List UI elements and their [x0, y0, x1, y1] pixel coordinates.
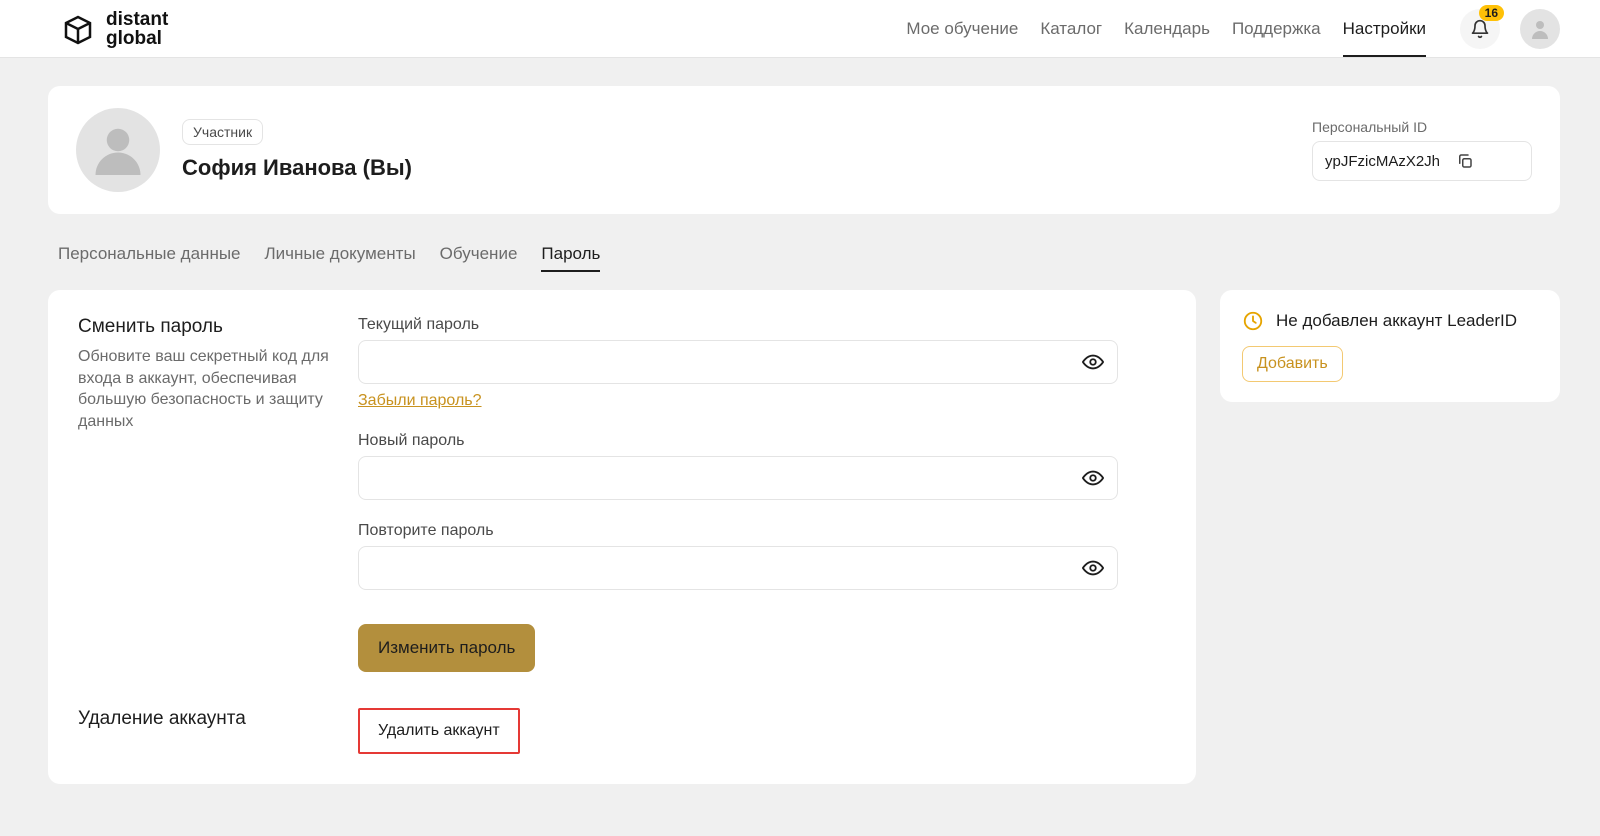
notifications-badge: 16: [1479, 5, 1504, 21]
repeat-password-input[interactable]: [358, 546, 1118, 590]
avatar-icon: [1528, 17, 1552, 41]
leaderid-message: Не добавлен аккаунт LeaderID: [1276, 311, 1517, 331]
header: distant global Мое обучение Каталог Кале…: [0, 0, 1600, 58]
nav-my-learning[interactable]: Мое обучение: [906, 1, 1018, 57]
personal-id-label: Персональный ID: [1312, 119, 1427, 135]
brand-text: distant global: [106, 10, 168, 48]
delete-account-head: Удаление аккаунта: [78, 708, 358, 754]
personal-id-block: Персональный ID ypJFzicMAzX2Jh: [1312, 119, 1532, 181]
change-password-submit[interactable]: Изменить пароль: [358, 624, 535, 672]
leaderid-card: Не добавлен аккаунт LeaderID Добавить: [1220, 290, 1560, 402]
repeat-password-label: Повторите пароль: [358, 522, 1118, 540]
profile-name: София Иванова (Вы): [182, 155, 412, 181]
main-nav: Мое обучение Каталог Календарь Поддержка…: [906, 1, 1426, 57]
toggle-repeat-password-visibility[interactable]: [1078, 553, 1108, 583]
leaderid-add-button[interactable]: Добавить: [1242, 346, 1343, 382]
clock-warning-icon: [1242, 310, 1264, 332]
new-password-input[interactable]: [358, 456, 1118, 500]
notifications-button[interactable]: 16: [1460, 9, 1500, 49]
profile-header-card: Участник София Иванова (Вы) Персональный…: [48, 86, 1560, 214]
profile-avatar: [76, 108, 160, 192]
header-actions: 16: [1460, 9, 1560, 49]
nav-calendar[interactable]: Календарь: [1124, 1, 1210, 57]
current-password-label: Текущий пароль: [358, 316, 1118, 334]
nav-support[interactable]: Поддержка: [1232, 1, 1321, 57]
eye-icon: [1082, 557, 1104, 579]
tab-password[interactable]: Пароль: [541, 238, 600, 272]
nav-settings[interactable]: Настройки: [1343, 1, 1426, 57]
brand-logo[interactable]: distant global: [60, 10, 168, 48]
content-row: Сменить пароль Обновите ваш секретный ко…: [48, 290, 1560, 784]
personal-id-value: ypJFzicMAzX2Jh: [1325, 153, 1440, 170]
tab-personal-data[interactable]: Персональные данные: [58, 238, 241, 272]
forgot-password-link[interactable]: Забыли пароль?: [358, 392, 482, 410]
repeat-password-field: Повторите пароль: [358, 522, 1118, 590]
user-avatar-menu[interactable]: [1520, 9, 1560, 49]
settings-tabs: Персональные данные Личные документы Обу…: [58, 238, 1560, 272]
delete-account-button[interactable]: Удалить аккаунт: [358, 708, 520, 754]
tab-documents[interactable]: Личные документы: [265, 238, 416, 272]
bell-icon: [1470, 19, 1490, 39]
avatar-placeholder-icon: [88, 120, 148, 180]
new-password-field: Новый пароль: [358, 432, 1118, 500]
leaderid-row: Не добавлен аккаунт LeaderID: [1242, 310, 1538, 332]
copy-icon[interactable]: [1456, 152, 1474, 170]
password-card: Сменить пароль Обновите ваш секретный ко…: [48, 290, 1196, 784]
logo-cube-icon: [60, 11, 96, 47]
eye-icon: [1082, 467, 1104, 489]
tab-learning[interactable]: Обучение: [440, 238, 518, 272]
change-password-form: Текущий пароль Забыли пароль? Новый паро…: [358, 316, 1118, 672]
personal-id-field: ypJFzicMAzX2Jh: [1312, 141, 1532, 181]
change-password-head: Сменить пароль Обновите ваш секретный ко…: [78, 316, 358, 672]
brand-line2: global: [106, 29, 168, 48]
brand-line1: distant: [106, 10, 168, 29]
toggle-new-password-visibility[interactable]: [1078, 463, 1108, 493]
delete-account-title: Удаление аккаунта: [78, 708, 334, 730]
current-password-input[interactable]: [358, 340, 1118, 384]
page-container: Участник София Иванова (Вы) Персональный…: [0, 58, 1600, 812]
current-password-field: Текущий пароль: [358, 316, 1118, 384]
change-password-description: Обновите ваш секретный код для входа в а…: [78, 346, 334, 432]
eye-icon: [1082, 351, 1104, 373]
change-password-title: Сменить пароль: [78, 316, 334, 338]
delete-account-actions: Удалить аккаунт: [358, 708, 1166, 754]
new-password-label: Новый пароль: [358, 432, 1118, 450]
role-badge: Участник: [182, 119, 263, 145]
nav-catalog[interactable]: Каталог: [1040, 1, 1102, 57]
profile-info: Участник София Иванова (Вы): [182, 119, 412, 181]
toggle-current-password-visibility[interactable]: [1078, 347, 1108, 377]
